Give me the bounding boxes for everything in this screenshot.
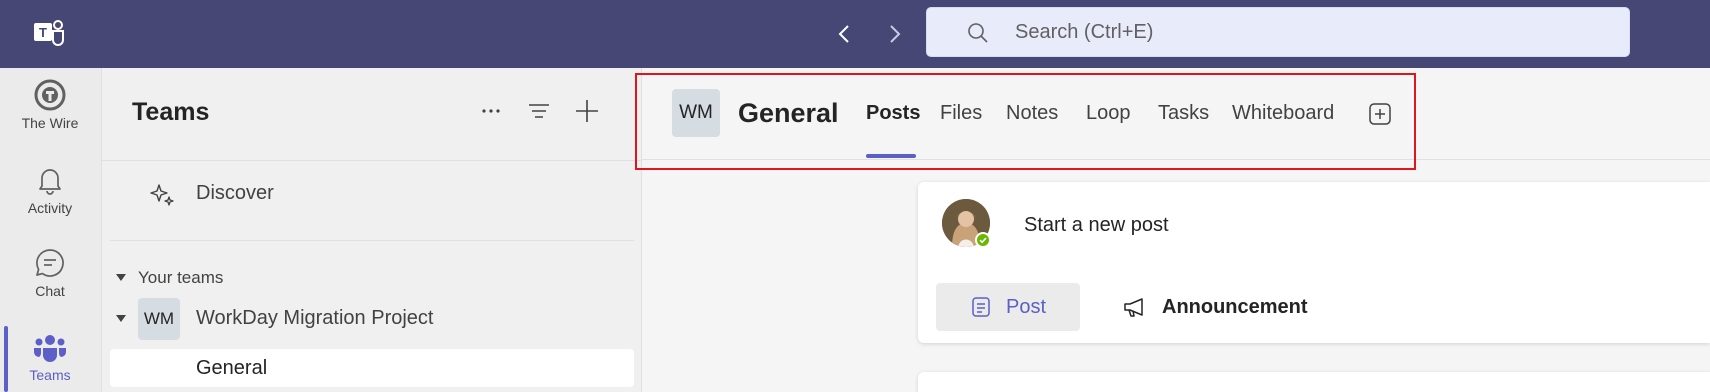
- announcement-label: Announcement: [1162, 296, 1308, 318]
- rail-label-activity: Activity: [27, 200, 73, 216]
- teams-logo-icon[interactable]: T: [32, 16, 68, 52]
- search-input[interactable]: [1015, 8, 1575, 56]
- megaphone-icon: [1124, 298, 1143, 317]
- tab-files[interactable]: Files: [940, 102, 982, 125]
- check-icon: [979, 237, 987, 244]
- rail-item-the-wire[interactable]: The Wire: [0, 78, 100, 158]
- rail-label-teams: Teams: [29, 367, 71, 383]
- search-icon: [968, 23, 988, 43]
- tab-notes[interactable]: Notes: [1006, 102, 1058, 125]
- chevron-left-icon: [838, 25, 849, 43]
- rail-label-the-wire: The Wire: [21, 115, 79, 131]
- compose-card: Start a new post Post Announcement: [918, 182, 1710, 343]
- search-box[interactable]: [926, 7, 1630, 57]
- channel-item-general[interactable]: General: [110, 349, 634, 387]
- more-icon[interactable]: [474, 94, 508, 128]
- caret-down-icon: [116, 315, 126, 322]
- rail-item-chat[interactable]: Chat: [0, 246, 100, 326]
- active-tab-indicator: [866, 154, 916, 158]
- tab-whiteboard[interactable]: Whiteboard: [1232, 102, 1334, 125]
- post-button-label: Post: [1006, 296, 1047, 318]
- announcement-button[interactable]: Announcement: [1112, 283, 1322, 331]
- panel-title: Teams: [132, 98, 210, 126]
- app-rail: The Wire Activity Chat Teams: [0, 68, 102, 392]
- forward-button[interactable]: [880, 20, 908, 48]
- rail-item-teams[interactable]: Teams: [0, 330, 100, 392]
- rail-item-activity[interactable]: Activity: [0, 163, 100, 243]
- post-card: [918, 372, 1710, 392]
- team-item[interactable]: WM WorkDay Migration Project: [116, 298, 626, 340]
- sparkle-icon: [150, 184, 174, 206]
- team-name: WorkDay Migration Project: [196, 307, 434, 329]
- chat-icon: [36, 249, 64, 277]
- your-teams-label: Your teams: [138, 268, 224, 287]
- rail-label-chat: Chat: [35, 283, 65, 299]
- discover-label: Discover: [196, 182, 274, 204]
- add-icon[interactable]: [570, 94, 604, 128]
- tab-loop[interactable]: Loop: [1086, 102, 1131, 125]
- the-wire-icon: [34, 79, 66, 111]
- svg-text:T: T: [39, 25, 47, 40]
- tab-posts[interactable]: Posts: [866, 102, 920, 125]
- channel-title: General: [738, 98, 839, 128]
- back-button[interactable]: [831, 20, 859, 48]
- teams-panel: Teams Discover Your teams WM WorkDay Mig…: [102, 68, 642, 392]
- filter-icon[interactable]: [522, 94, 556, 128]
- team-avatar: WM: [138, 298, 180, 340]
- post-button[interactable]: Post: [936, 283, 1080, 331]
- channel-name: General: [196, 357, 268, 379]
- divider: [110, 240, 634, 241]
- post-icon: [972, 297, 990, 317]
- channel-avatar: WM: [672, 89, 720, 137]
- bell-icon: [39, 169, 61, 195]
- top-bar: T: [0, 0, 1710, 68]
- tab-tasks[interactable]: Tasks: [1158, 102, 1209, 125]
- chevron-right-icon: [890, 25, 901, 43]
- add-tab-icon[interactable]: [1369, 103, 1391, 125]
- divider: [102, 160, 642, 161]
- teams-icon: [34, 335, 66, 362]
- start-post-input[interactable]: Start a new post: [1024, 214, 1169, 237]
- caret-down-icon: [116, 274, 126, 281]
- presence-badge: [975, 232, 991, 248]
